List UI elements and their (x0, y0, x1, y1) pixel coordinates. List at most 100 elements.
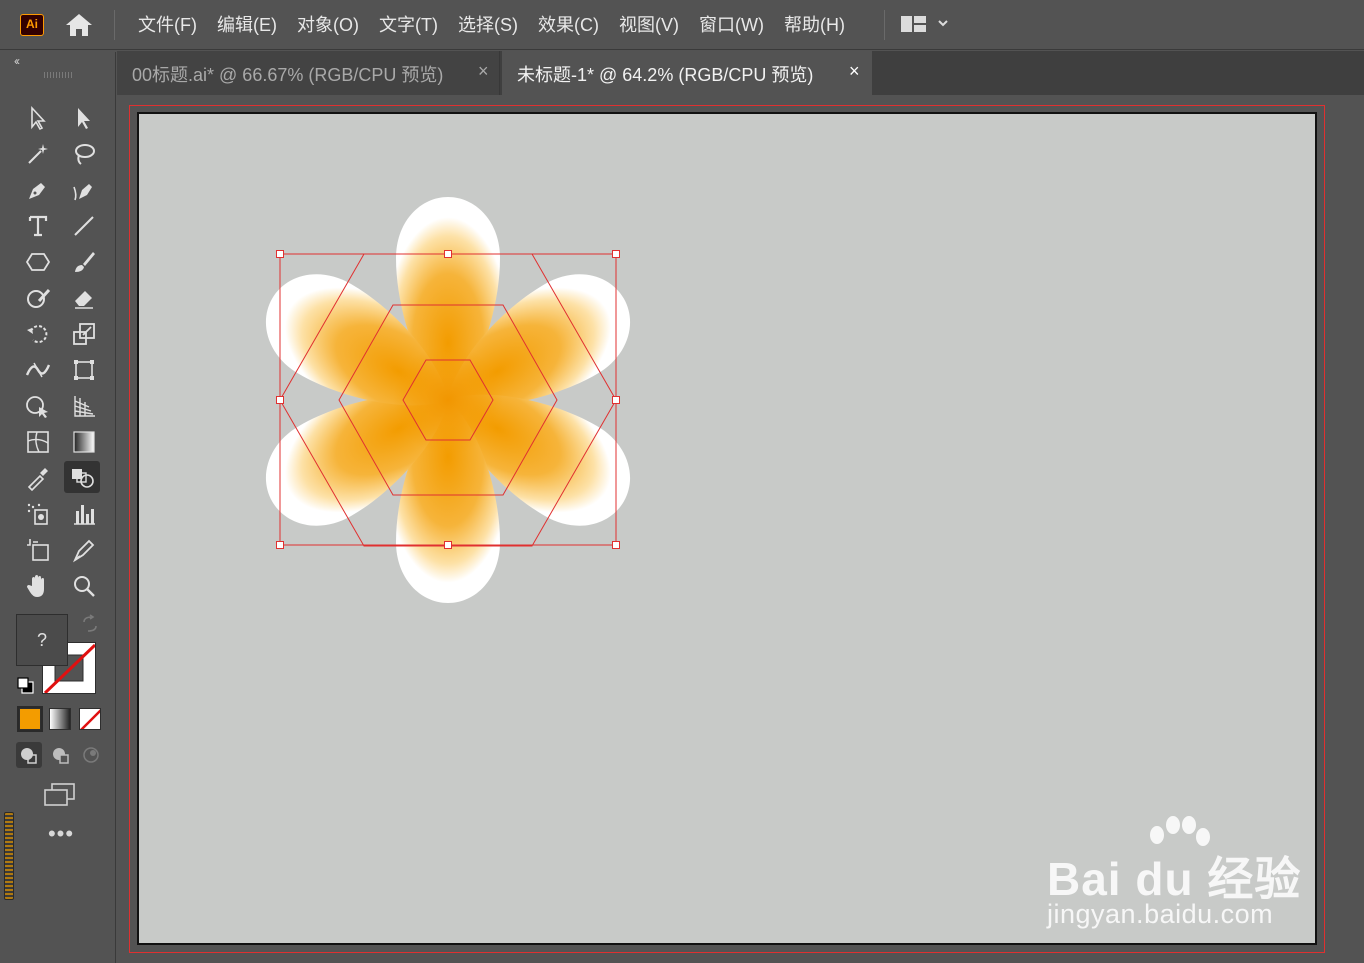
magnifier-icon (74, 576, 95, 597)
paintbrush-tool[interactable] (66, 246, 102, 278)
resize-handle[interactable] (444, 250, 452, 258)
column-graph-tool[interactable] (66, 498, 102, 530)
resize-handle[interactable] (612, 250, 620, 258)
rotate-tool[interactable] (20, 318, 56, 350)
document-tab[interactable]: 00标题.ai* @ 66.67% (RGB/CPU 预览) × (117, 51, 500, 95)
zoom-tool[interactable] (66, 570, 102, 602)
edit-toolbar-button[interactable]: ••• (46, 823, 76, 848)
hand-icon (27, 575, 44, 597)
lasso-icon (75, 144, 95, 165)
width-tool[interactable] (20, 354, 56, 386)
blend-tool[interactable] (64, 461, 100, 493)
menu-file[interactable]: 文件(F) (128, 0, 207, 50)
mesh-icon (27, 431, 49, 453)
type-t-icon (28, 215, 48, 237)
perspective-grid-tool[interactable] (66, 390, 102, 422)
scale-tool[interactable] (66, 318, 102, 350)
close-tab-icon[interactable]: × (849, 61, 860, 82)
rotate-icon (27, 325, 48, 344)
fill-swatch[interactable]: ? (16, 614, 68, 666)
document-canvas[interactable]: Bai du 经验 jingyan.baidu.com (117, 95, 1364, 963)
free-transform-tool[interactable] (66, 354, 102, 386)
draw-normal-button[interactable] (16, 742, 42, 768)
gradient-icon (73, 431, 95, 453)
hexagon-icon (25, 253, 51, 271)
screen-mode-button[interactable] (42, 782, 78, 808)
color-mode-button[interactable] (17, 706, 43, 732)
tools-panel: ‹‹ ? ••• (0, 52, 116, 963)
menu-separator (114, 10, 115, 40)
workspace-layout-icon (901, 16, 948, 32)
shaper-tool[interactable] (20, 282, 56, 314)
workspace-switcher-button[interactable] (900, 13, 956, 37)
eraser-tool[interactable] (66, 282, 102, 314)
resize-handle[interactable] (276, 396, 284, 404)
home-button[interactable] (64, 12, 94, 38)
symbol-sprayer-tool[interactable] (20, 498, 56, 530)
tab-title: 00标题.ai* @ 66.67% (RGB/CPU 预览) (132, 65, 444, 85)
resize-handle[interactable] (612, 396, 620, 404)
shaper-icon (27, 288, 51, 308)
menu-window[interactable]: 窗口(W) (689, 0, 774, 50)
none-slash-icon (80, 709, 100, 729)
resize-handle[interactable] (444, 541, 452, 549)
blend-icon (72, 469, 94, 488)
none-mode-button[interactable] (79, 708, 101, 730)
paintbrush-icon (75, 252, 95, 272)
column-graph-icon (74, 505, 95, 525)
hand-tool[interactable] (20, 570, 56, 602)
shape-builder-icon (26, 396, 48, 418)
line-segment-tool[interactable] (66, 210, 102, 242)
menu-separator (884, 10, 885, 40)
magic-wand-tool[interactable] (20, 138, 56, 170)
menu-help[interactable]: 帮助(H) (774, 0, 855, 50)
collapse-panel-button[interactable]: ‹‹ (14, 54, 20, 68)
menu-type[interactable]: 文字(T) (369, 0, 448, 50)
toolbar-scrollbar[interactable] (4, 812, 14, 900)
menu-effect[interactable]: 效果(C) (528, 0, 609, 50)
polygon-tool[interactable] (20, 246, 56, 278)
gradient-mode-button[interactable] (49, 708, 71, 730)
draw-normal-icon (21, 748, 37, 764)
default-colors-icon (17, 677, 34, 694)
menu-view[interactable]: 视图(V) (609, 0, 689, 50)
width-icon (25, 362, 51, 378)
panel-grip[interactable] (44, 72, 74, 78)
direct-selection-tool[interactable] (66, 102, 102, 134)
document-tab-active[interactable]: 未标题-1* @ 64.2% (RGB/CPU 预览) × (502, 51, 872, 95)
eraser-icon (75, 291, 93, 309)
draw-inside-button[interactable] (78, 742, 104, 768)
pen-tool[interactable] (20, 174, 56, 206)
close-tab-icon[interactable]: × (478, 61, 489, 82)
draw-behind-button[interactable] (48, 742, 74, 768)
resize-handle[interactable] (276, 541, 284, 549)
magic-wand-icon (28, 144, 48, 164)
lasso-tool[interactable] (66, 138, 102, 170)
swap-arrows-icon (83, 614, 97, 632)
menu-select[interactable]: 选择(S) (448, 0, 528, 50)
selection-tool[interactable] (20, 102, 56, 134)
mesh-tool[interactable] (20, 426, 56, 458)
resize-handle[interactable] (612, 541, 620, 549)
draw-behind-icon (53, 748, 69, 764)
menu-list: 文件(F) 编辑(E) 对象(O) 文字(T) 选择(S) 效果(C) 视图(V… (128, 0, 855, 50)
slice-knife-icon (72, 539, 95, 563)
curvature-pen-icon (73, 184, 92, 201)
symbol-sprayer-icon (27, 503, 48, 525)
eyedropper-tool[interactable] (20, 462, 56, 494)
artboard-icon (27, 539, 49, 561)
menu-object[interactable]: 对象(O) (287, 0, 369, 50)
artboard-tool[interactable] (20, 534, 56, 566)
type-tool[interactable] (20, 210, 56, 242)
slice-tool[interactable] (66, 534, 102, 566)
shape-builder-tool[interactable] (20, 390, 56, 422)
curvature-tool[interactable] (66, 174, 102, 206)
selection-arrow-icon (31, 105, 46, 131)
gradient-tool[interactable] (66, 426, 102, 458)
free-transform-icon (74, 360, 94, 380)
scale-icon (73, 323, 95, 345)
menu-edit[interactable]: 编辑(E) (207, 0, 287, 50)
resize-handle[interactable] (276, 250, 284, 258)
default-fill-stroke-button[interactable] (16, 676, 36, 696)
swap-fill-stroke-button[interactable] (80, 614, 100, 634)
